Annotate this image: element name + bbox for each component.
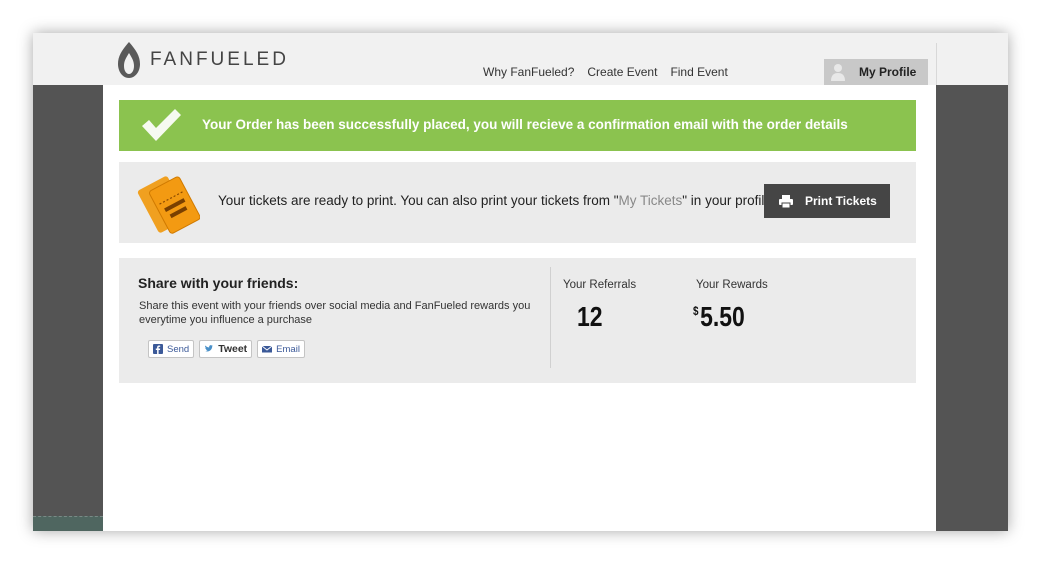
browser-window: FANFUELED Why FanFueled? Create Event Fi… (33, 33, 1008, 531)
success-message: Your Order has been successfully placed,… (202, 117, 848, 132)
my-profile-button[interactable]: My Profile (824, 59, 928, 85)
rewards-value: 5.50 (700, 301, 745, 332)
twitter-icon (205, 345, 214, 352)
main-content: Your Order has been successfully placed,… (103, 85, 936, 531)
tickets-panel: Your tickets are ready to print. You can… (119, 162, 916, 243)
sidebar-strip (33, 516, 103, 531)
rewards-amount: $5.50 (693, 301, 745, 333)
rewards-currency: $ (693, 304, 699, 318)
share-description: Share this event with your friends over … (139, 300, 531, 326)
print-tickets-button[interactable]: Print Tickets (764, 184, 890, 218)
email-label: Email (276, 343, 300, 355)
tweet-label: Tweet (218, 343, 248, 355)
email-icon (262, 345, 273, 353)
header: FANFUELED Why FanFueled? Create Event Fi… (33, 33, 1008, 85)
flame-logo-icon (118, 42, 140, 78)
tweet-button[interactable]: Tweet (199, 340, 253, 358)
nav-why-fanfueled[interactable]: Why FanFueled? (483, 65, 574, 79)
header-divider (936, 43, 937, 85)
tickets-message: Your tickets are ready to print. You can… (218, 193, 776, 208)
ticket-icon (137, 176, 200, 234)
email-share-button[interactable]: Email (257, 340, 305, 358)
print-tickets-label: Print Tickets (805, 194, 877, 208)
referrals-value: 12 (577, 301, 603, 332)
brand-name: FANFUELED (150, 49, 289, 70)
my-profile-label: My Profile (859, 65, 917, 79)
send-label: Send (167, 343, 190, 355)
left-sidebar (33, 85, 103, 531)
facebook-send-button[interactable]: Send (148, 340, 195, 358)
share-title: Share with your friends: (138, 275, 299, 291)
right-sidebar (936, 85, 1008, 531)
share-buttons: Send Tweet Email (148, 340, 310, 358)
share-panel: Share with your friends: Share this even… (119, 258, 916, 383)
rewards-label: Your Rewards (696, 279, 768, 291)
tickets-text-before: Your tickets are ready to print. You can… (218, 193, 619, 208)
brand-logo[interactable]: FANFUELED (116, 41, 289, 79)
printer-icon (779, 194, 793, 208)
top-nav: Why FanFueled? Create Event Find Event (483, 65, 741, 79)
facebook-icon (153, 344, 163, 354)
checkmark-icon (142, 109, 181, 141)
my-tickets-link[interactable]: My Tickets (619, 193, 683, 208)
tickets-text-after: " in your profile. (682, 193, 776, 208)
success-banner: Your Order has been successfully placed,… (119, 100, 916, 151)
user-icon (831, 63, 845, 81)
referrals-label: Your Referrals (563, 279, 637, 291)
nav-find-event[interactable]: Find Event (670, 65, 727, 79)
share-divider (550, 267, 551, 368)
nav-create-event[interactable]: Create Event (587, 65, 657, 79)
